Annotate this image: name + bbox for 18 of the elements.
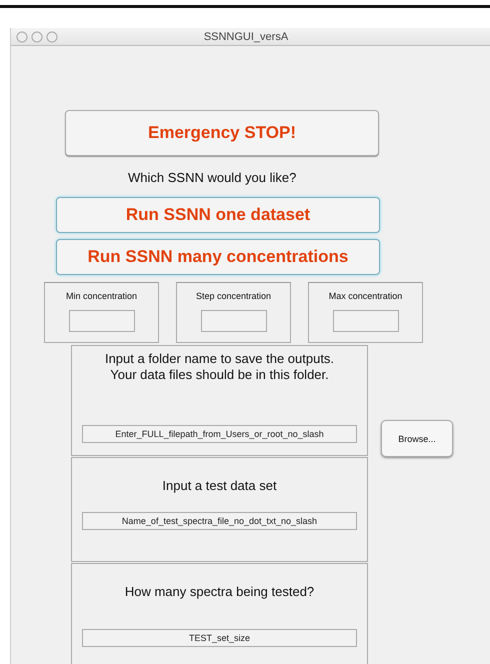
test-file-field[interactable]: Name_of_test_spectra_file_no_dot_txt_no_slash bbox=[82, 512, 357, 530]
prompt-text: Which SSNN would you like? bbox=[128, 170, 296, 185]
folder-path-field[interactable]: Enter_FULL_filepath_from_Users_or_root_no_slash bbox=[82, 425, 357, 443]
concentration-label: Max concentration bbox=[328, 291, 402, 301]
concentration-field[interactable] bbox=[68, 310, 134, 332]
concentration-field[interactable] bbox=[332, 310, 398, 332]
browse-button[interactable]: Browse... bbox=[381, 420, 453, 457]
window-title: SSNNGUI_versA bbox=[204, 30, 288, 42]
emergency-stop-button[interactable]: Emergency STOP! bbox=[65, 110, 379, 156]
spectra-count-field[interactable]: TEST_set_size bbox=[82, 629, 357, 647]
test-data-prompt: Input a test data set bbox=[162, 478, 277, 494]
concentration-field[interactable] bbox=[200, 310, 266, 332]
concentration-label: Step concentration bbox=[196, 291, 272, 301]
run-button[interactable]: Run SSNN one dataset bbox=[56, 197, 380, 233]
run-button[interactable]: Run SSNN many concentrations bbox=[56, 239, 380, 275]
concentration-label: Min concentration bbox=[66, 291, 138, 301]
folder-prompt: Input a folder name to save the outputs. Your data files should be in this folder. bbox=[104, 351, 334, 383]
spectra-count-prompt: How many spectra being tested? bbox=[124, 584, 314, 600]
